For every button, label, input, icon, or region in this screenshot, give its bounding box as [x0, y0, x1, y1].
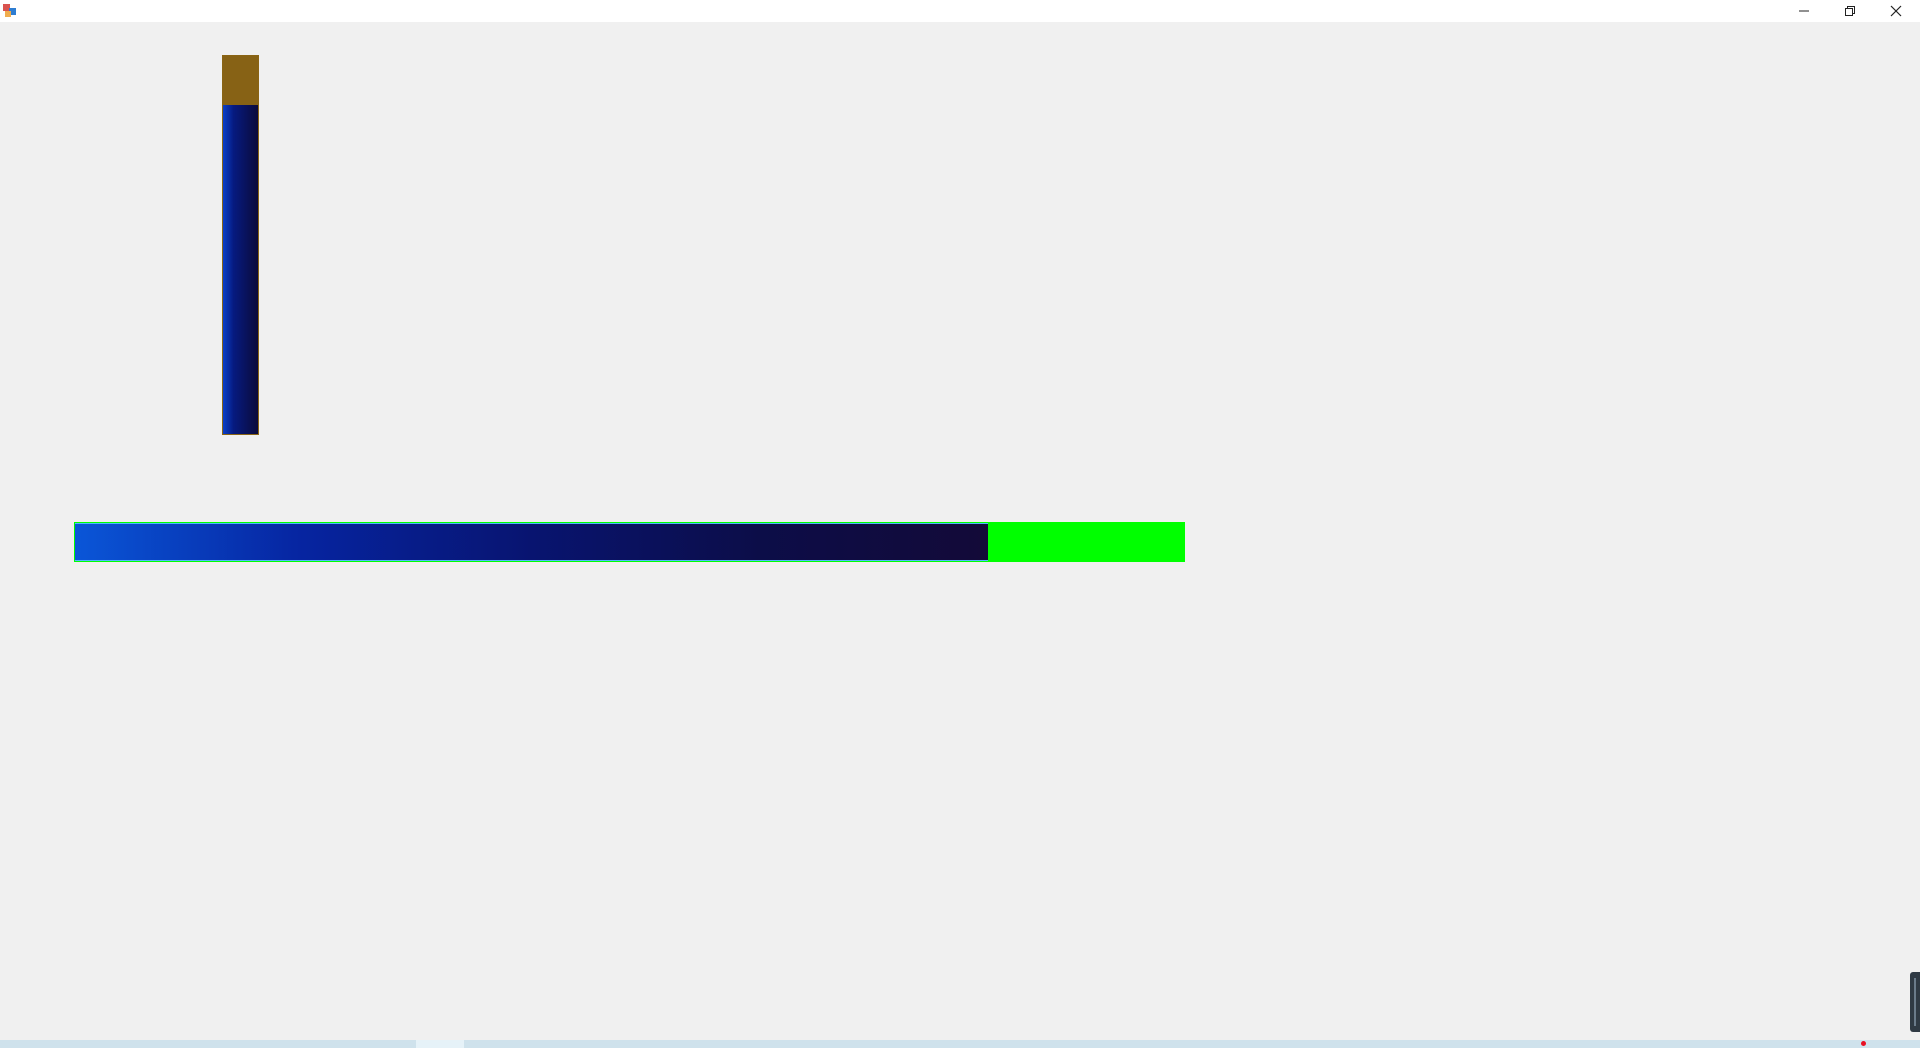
taskbar: [0, 1040, 1920, 1048]
vertical-progress-remaining: [223, 56, 258, 106]
restore-button[interactable]: [1827, 0, 1873, 22]
title-bar[interactable]: [0, 0, 1920, 22]
edge-scroll-handle[interactable]: [1910, 972, 1920, 1032]
horizontal-progress-fill: [75, 523, 988, 561]
taskbar-active-app[interactable]: [416, 1040, 464, 1048]
minimize-icon: [1799, 10, 1809, 12]
close-icon: [1890, 5, 1902, 17]
close-button[interactable]: [1873, 0, 1919, 22]
minimize-button[interactable]: [1781, 0, 1827, 22]
notification-dot-icon: [1861, 1041, 1866, 1046]
app-icon[interactable]: [2, 3, 17, 18]
vertical-progress-bar: [222, 55, 259, 435]
restore-icon: [1845, 6, 1855, 16]
horizontal-progress-bar: [74, 522, 1185, 562]
